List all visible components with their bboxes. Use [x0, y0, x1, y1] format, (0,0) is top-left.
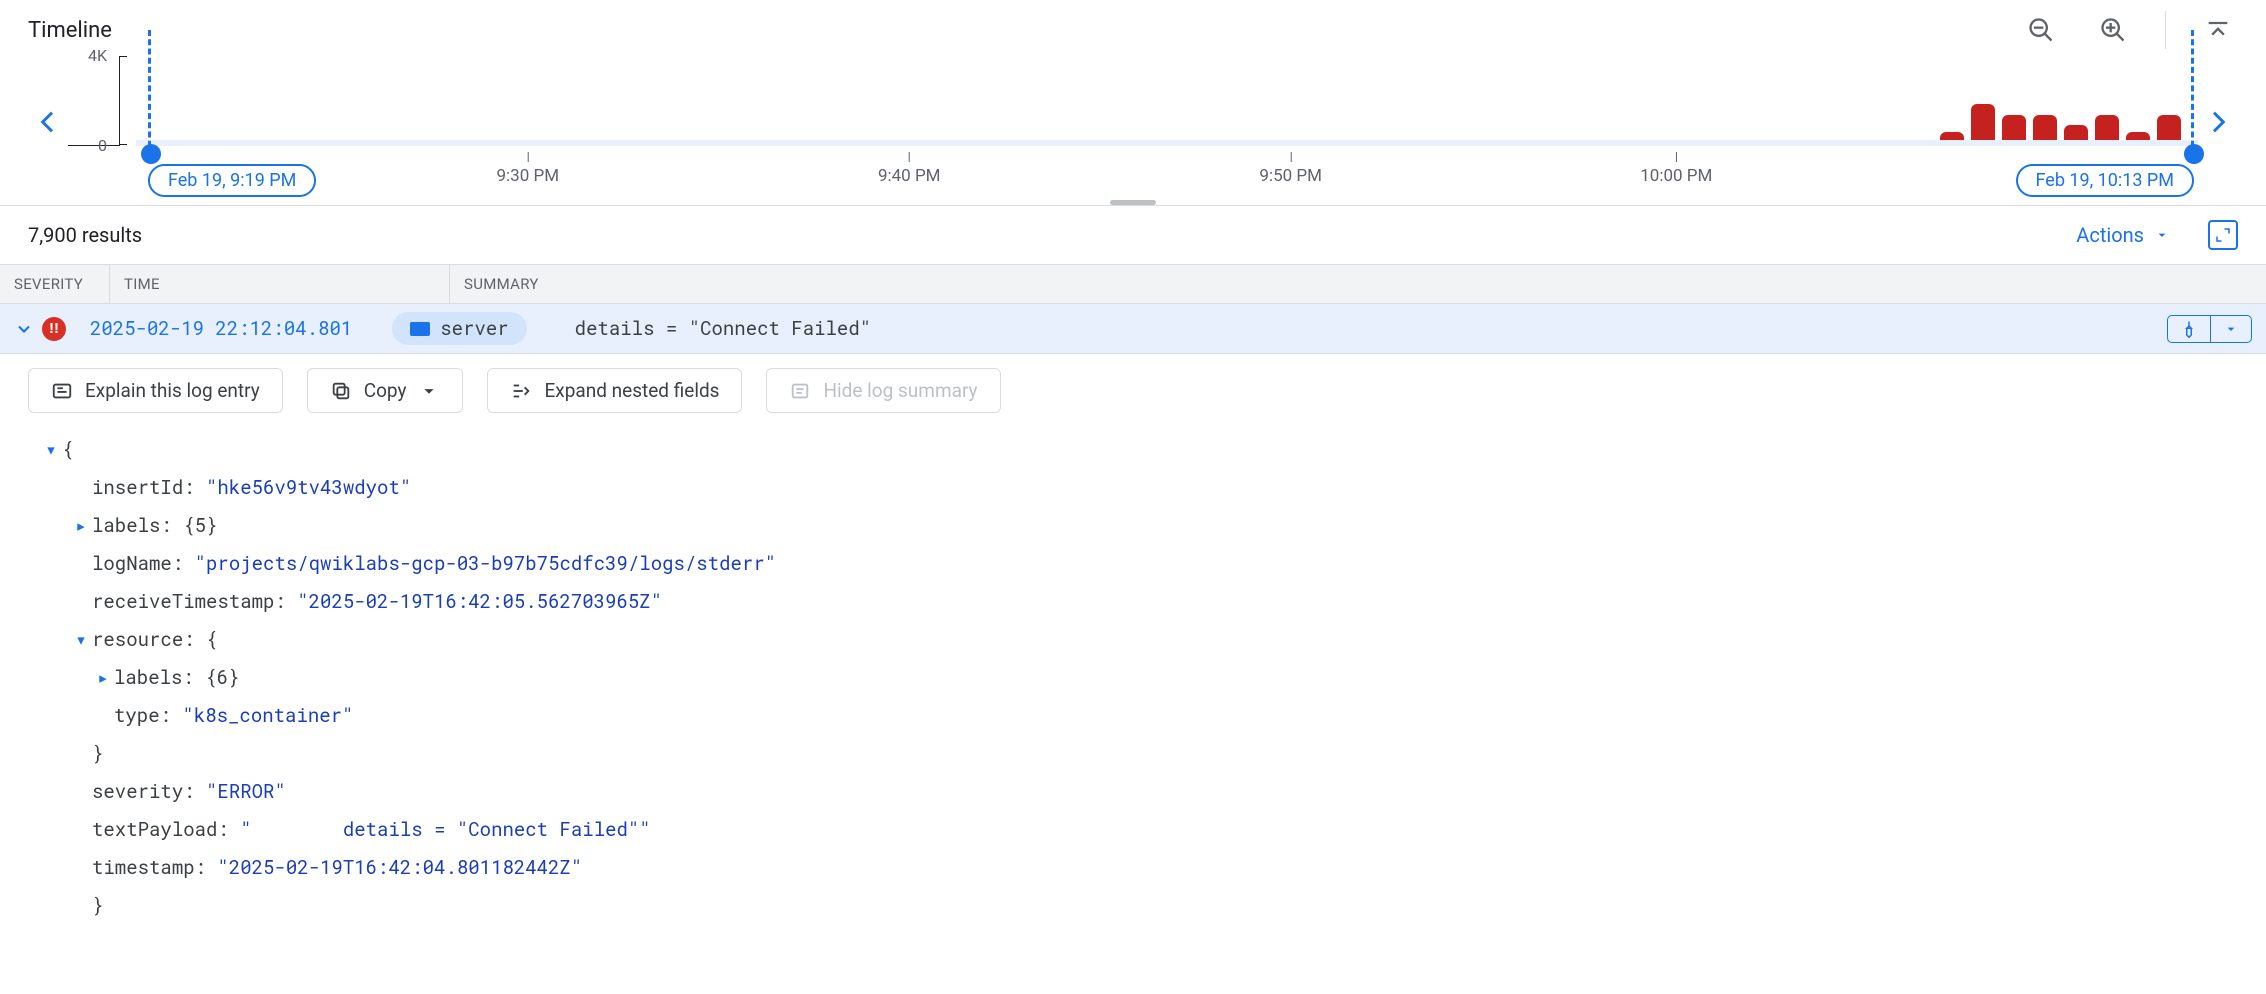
timeline-chart[interactable]: 4K 0 9:30 PM9:40 PM9:50 PM10:00 PM Feb 1…	[68, 52, 2198, 192]
timeline-yaxis: 4K 0	[68, 56, 120, 146]
explain-log-button[interactable]: Explain this log entry	[28, 368, 283, 413]
xaxis-tick: 9:40 PM	[878, 152, 941, 186]
json-textPayload[interactable]: " details = "Connect Failed""	[240, 811, 650, 849]
divider	[2165, 11, 2166, 49]
hide-summary-label: Hide log summary	[823, 379, 977, 402]
collapse-panel-icon[interactable]	[2198, 10, 2238, 50]
expand-row-toggle[interactable]	[14, 319, 42, 339]
container-icon	[410, 322, 430, 336]
zoom-in-icon[interactable]	[2093, 10, 2133, 50]
pin-log-button[interactable]	[2168, 316, 2210, 342]
timeline-baseline	[136, 140, 2198, 146]
log-row-more-button[interactable]	[2210, 316, 2251, 342]
explain-icon	[51, 380, 73, 402]
timeline-bar[interactable]	[1971, 104, 1995, 140]
hide-summary-button: Hide log summary	[766, 368, 1000, 413]
timeline-xaxis: 9:30 PM9:40 PM9:50 PM10:00 PM Feb 19, 9:…	[136, 152, 2198, 186]
timeline-next-button[interactable]	[2198, 92, 2238, 152]
yaxis-max: 4K	[88, 46, 107, 65]
copy-icon	[330, 380, 352, 402]
json-toggle-resource[interactable]: ▾	[70, 621, 92, 659]
timeline-plot[interactable]	[136, 56, 2198, 146]
log-table-header: SEVERITY TIME SUMMARY	[0, 265, 2266, 304]
copy-label: Copy	[364, 379, 407, 402]
col-time[interactable]: TIME	[110, 265, 450, 303]
json-resource-open: {	[206, 621, 217, 659]
fullscreen-toggle-button[interactable]	[2208, 220, 2238, 250]
actions-label: Actions	[2076, 223, 2144, 247]
actions-menu-button[interactable]: Actions	[2076, 223, 2170, 247]
xaxis-tick: 9:30 PM	[496, 152, 559, 186]
chip-label: server	[440, 316, 508, 341]
resource-chip[interactable]: server	[392, 312, 526, 345]
json-insertId[interactable]: "hke56v9tv43wdyot"	[206, 469, 411, 507]
log-detail-actions: Explain this log entry Copy Expand neste…	[0, 354, 2266, 427]
zoom-out-icon[interactable]	[2021, 10, 2061, 50]
range-start-label[interactable]: Feb 19, 9:19 PM	[148, 164, 316, 197]
timeline-bar[interactable]	[2126, 132, 2150, 140]
json-timestamp[interactable]: "2025-02-19T16:42:04.801182442Z"	[217, 849, 582, 887]
json-resource-type[interactable]: "k8s_container"	[182, 697, 353, 735]
results-bar: 7,900 results Actions	[0, 206, 2266, 265]
log-row[interactable]: !! 2025-02-19 22:12:04.801 server detail…	[0, 304, 2266, 354]
caret-down-icon	[2154, 227, 2170, 243]
range-start-handle[interactable]	[148, 30, 151, 156]
col-summary[interactable]: SUMMARY	[450, 265, 2266, 303]
timeline-bar[interactable]	[2002, 115, 2026, 140]
json-logName[interactable]: "projects/qwiklabs-gcp-03-b97b75cdfc39/l…	[195, 545, 777, 583]
range-end-handle[interactable]	[2191, 30, 2194, 156]
timeline-bar[interactable]	[2064, 125, 2088, 140]
json-labels-summary[interactable]: {5}	[183, 507, 217, 545]
log-summary-text: details = "Connect Failed"	[575, 316, 871, 341]
caret-down-icon	[418, 380, 440, 402]
timeline-bar[interactable]	[2033, 115, 2057, 140]
json-receiveTimestamp[interactable]: "2025-02-19T16:42:05.562703965Z"	[297, 583, 662, 621]
timeline-bar[interactable]	[1940, 132, 1964, 140]
timeline-prev-button[interactable]	[28, 92, 68, 152]
xaxis-tick: 10:00 PM	[1640, 152, 1712, 186]
expand-nested-button[interactable]: Expand nested fields	[487, 368, 742, 413]
xaxis-tick: 9:50 PM	[1259, 152, 1322, 186]
expand-nested-label: Expand nested fields	[544, 379, 719, 402]
json-toggle[interactable]: ▾	[40, 431, 62, 469]
col-severity[interactable]: SEVERITY	[0, 265, 110, 303]
log-json-tree: ▾{ insertId: "hke56v9tv43wdyot" ▸labels:…	[0, 427, 2266, 945]
json-resource-labels-summary[interactable]: {6}	[205, 659, 239, 697]
json-toggle-resource-labels[interactable]: ▸	[92, 659, 114, 697]
log-timestamp[interactable]: 2025-02-19 22:12:04.801	[90, 316, 352, 341]
copy-button[interactable]: Copy	[307, 368, 464, 413]
timeline-bar[interactable]	[2095, 115, 2119, 140]
timeline-section: Timeline 4K 0	[0, 0, 2266, 206]
expand-icon	[510, 380, 532, 402]
summary-icon	[789, 380, 811, 402]
severity-error-icon: !!	[42, 317, 66, 341]
timeline-bar[interactable]	[2157, 115, 2181, 140]
yaxis-min: 0	[98, 136, 107, 155]
json-toggle-labels[interactable]: ▸	[70, 507, 92, 545]
results-count: 7,900 results	[28, 223, 142, 247]
panel-resize-handle[interactable]	[1110, 200, 1156, 205]
range-end-label[interactable]: Feb 19, 10:13 PM	[2016, 164, 2194, 197]
json-severity[interactable]: "ERROR"	[206, 773, 286, 811]
timeline-title: Timeline	[28, 18, 112, 43]
explain-label: Explain this log entry	[85, 379, 260, 402]
